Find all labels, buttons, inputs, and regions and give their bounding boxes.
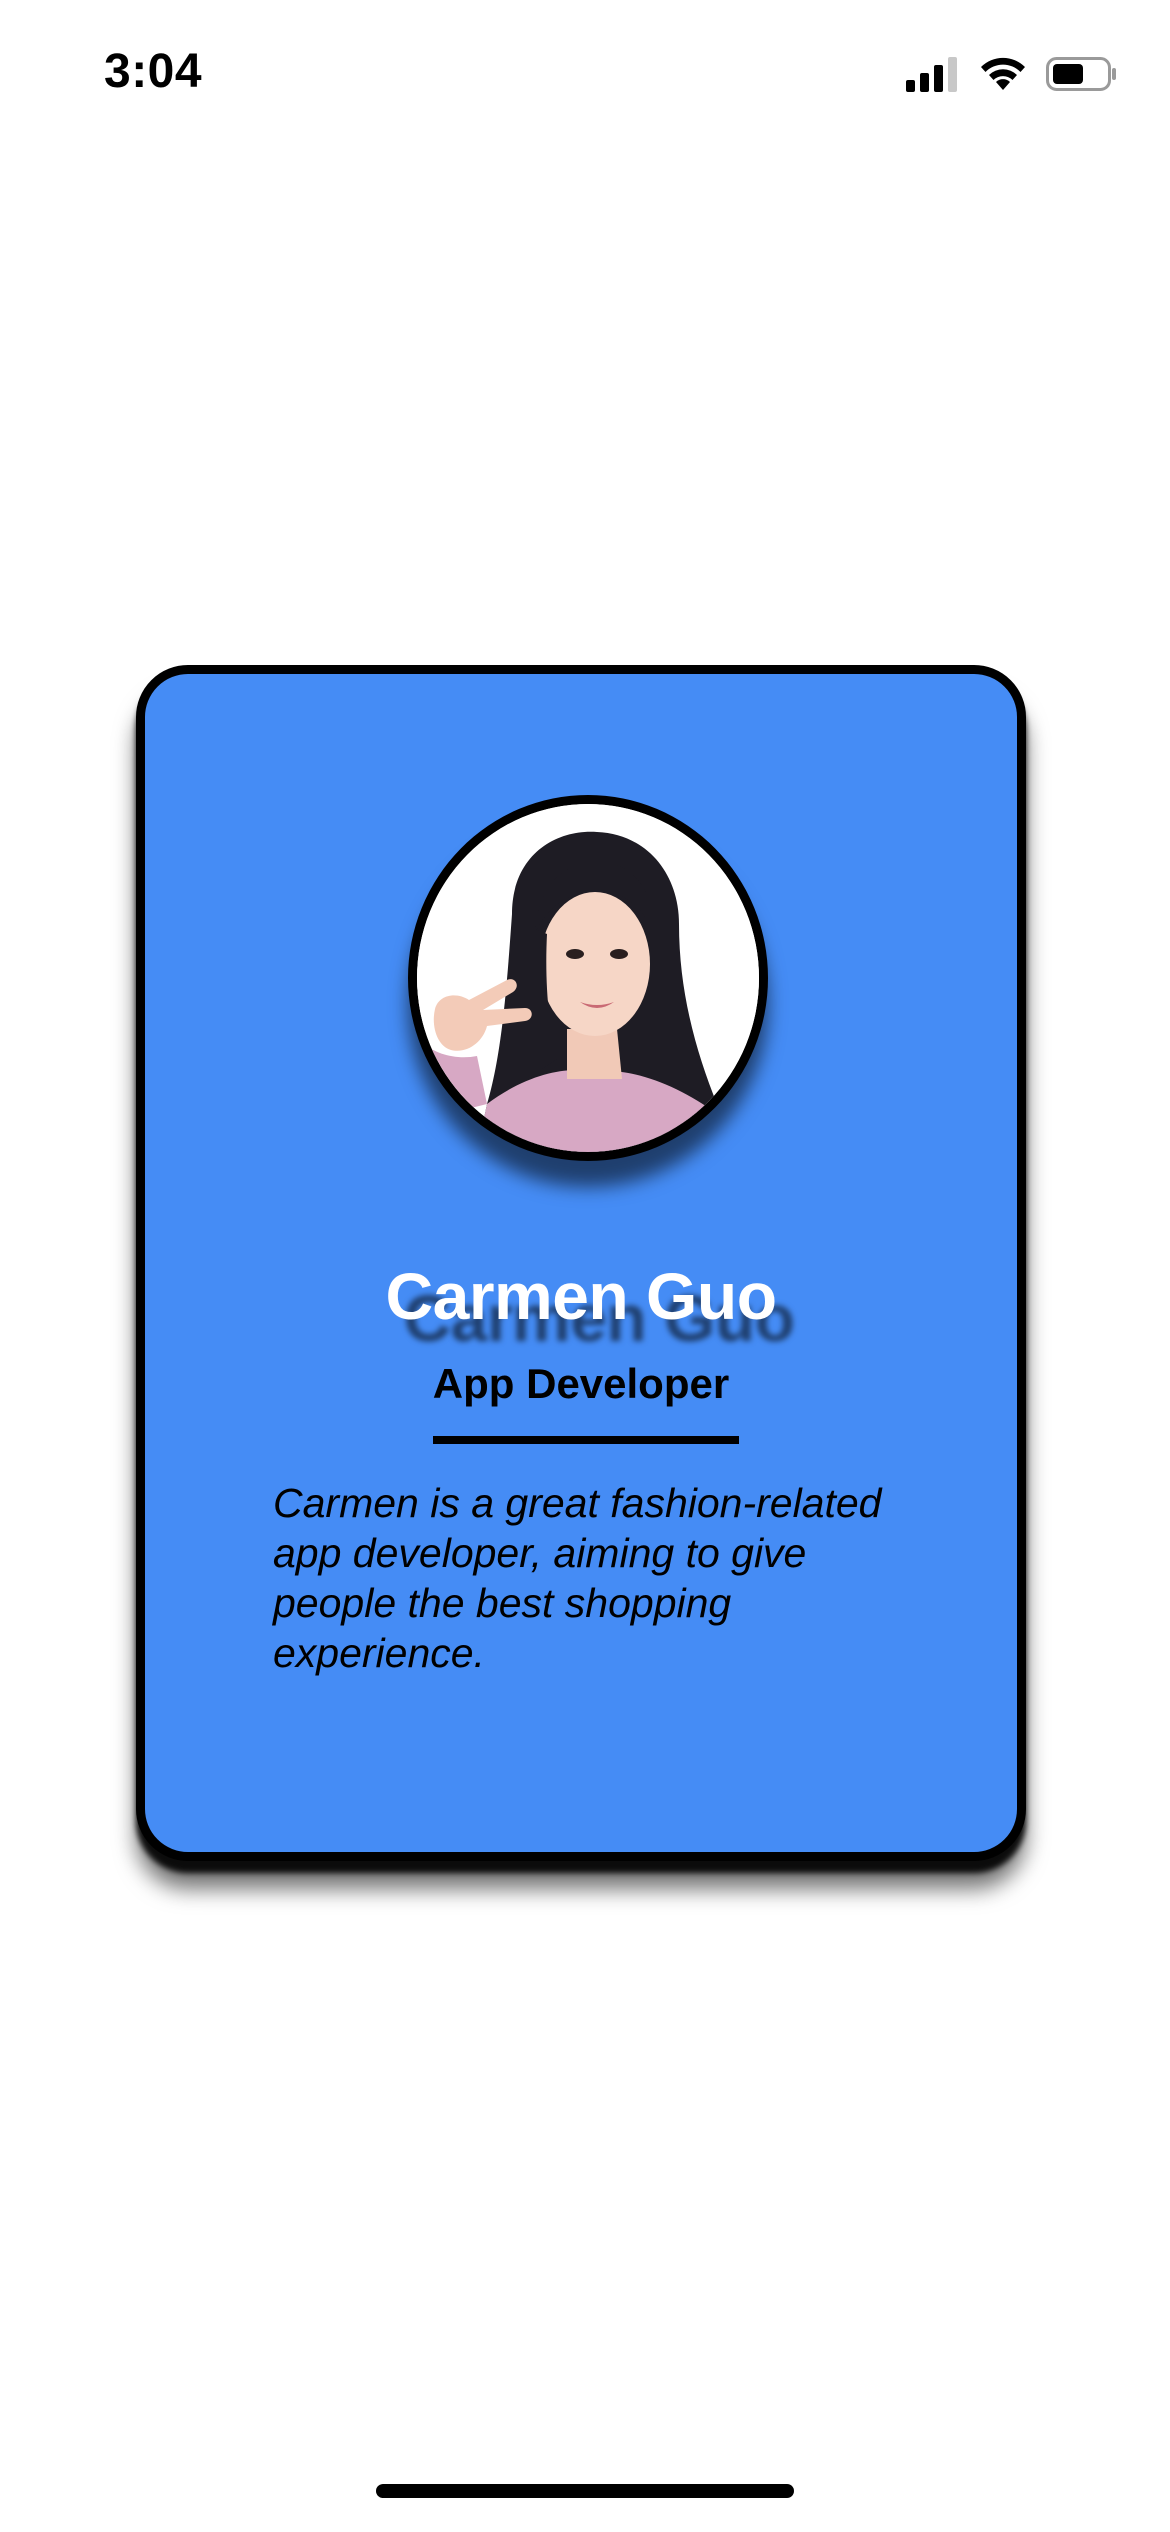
profile-name: Carmen Guo <box>385 1259 777 1333</box>
profile-card: Carmen Guo App Developer Carmen is a gre… <box>136 665 1026 1861</box>
status-time: 3:04 <box>104 45 203 98</box>
battery-icon <box>1046 56 1118 92</box>
status-bar: 3:04 <box>0 0 1170 150</box>
status-icons <box>906 52 1118 96</box>
wifi-icon <box>978 56 1028 92</box>
profile-bio: Carmen is a great fashion-related app de… <box>273 1480 882 1676</box>
profile-photo-icon <box>417 804 759 1152</box>
profile-role: App Developer <box>432 1360 730 1407</box>
avatar <box>408 795 768 1161</box>
cellular-signal-icon <box>906 56 960 92</box>
divider <box>433 1436 739 1444</box>
profile-screen: 3:04 Carmen Guo App Developer Carmen is … <box>0 0 1170 2532</box>
home-indicator[interactable] <box>376 2484 794 2498</box>
